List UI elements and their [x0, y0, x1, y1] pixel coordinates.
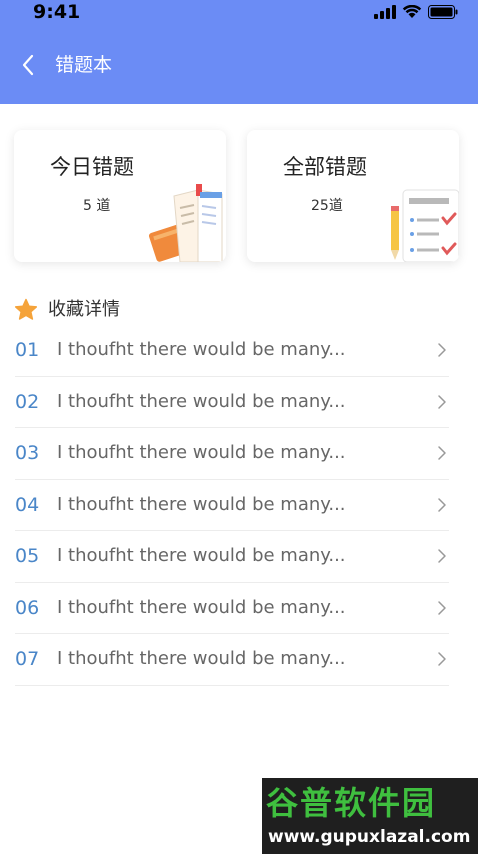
list-item[interactable]: 01 I thoufht there would be many...	[15, 325, 449, 377]
card-count: 5 道	[83, 198, 111, 214]
star-icon	[14, 298, 38, 320]
checklist-illustration-icon	[391, 189, 459, 262]
watermark-url: www.gupuxlazal.com	[268, 827, 471, 847]
signal-icon	[374, 5, 396, 19]
chevron-right-icon	[438, 394, 446, 409]
item-number: 04	[15, 493, 40, 516]
favorites-list: 01 I thoufht there would be many... 02 I…	[15, 325, 449, 686]
status-bar: 9:41	[0, 0, 478, 26]
item-text: I thoufht there would be many...	[57, 390, 346, 412]
list-item[interactable]: 02 I thoufht there would be many...	[15, 377, 449, 428]
card-title: 今日错题	[50, 155, 134, 179]
today-mistakes-card[interactable]: 今日错题 5 道	[14, 130, 226, 262]
item-number: 02	[15, 390, 40, 413]
item-number: 07	[15, 648, 40, 670]
item-text: I thoufht there would be many...	[57, 545, 346, 566]
item-number: 01	[15, 339, 40, 361]
battery-icon	[428, 5, 458, 19]
chevron-right-icon	[438, 549, 446, 563]
watermark: 谷普软件园 www.gupuxlazal.com	[262, 778, 478, 854]
favorites-section-header: 收藏详情	[14, 296, 120, 324]
status-icons	[374, 3, 458, 21]
item-text: I thoufht there would be many...	[57, 339, 346, 360]
item-number: 06	[15, 596, 40, 619]
page-title: 错题本	[55, 54, 113, 76]
item-number: 03	[15, 442, 40, 464]
book-illustration-icon	[148, 184, 223, 262]
card-title: 全部错题	[283, 155, 367, 179]
list-item[interactable]: 07 I thoufht there would be many...	[15, 634, 449, 686]
all-mistakes-card[interactable]: 全部错题 25道	[247, 130, 459, 262]
item-text: I thoufht there would be many...	[57, 442, 346, 463]
chevron-right-icon	[438, 446, 446, 460]
item-text: I thoufht there would be many...	[57, 648, 346, 669]
item-number: 05	[15, 545, 40, 567]
chevron-right-icon	[438, 497, 446, 512]
list-item[interactable]: 03 I thoufht there would be many...	[15, 428, 449, 480]
chevron-right-icon	[438, 600, 446, 615]
item-text: I thoufht there would be many...	[57, 493, 346, 515]
card-count: 25道	[311, 198, 343, 214]
header-bar: 9:41 错题本	[0, 0, 478, 104]
item-text: I thoufht there would be many...	[57, 596, 346, 618]
chevron-right-icon	[438, 652, 446, 666]
watermark-brand: 谷普软件园	[266, 784, 437, 822]
chevron-right-icon	[438, 343, 446, 357]
status-time: 9:41	[33, 1, 81, 23]
list-item[interactable]: 06 I thoufht there would be many...	[15, 583, 449, 634]
back-arrow-icon[interactable]	[16, 50, 44, 80]
section-title: 收藏详情	[48, 299, 120, 320]
list-item[interactable]: 04 I thoufht there would be many...	[15, 480, 449, 531]
navigation-bar: 错题本	[0, 40, 478, 90]
list-item[interactable]: 05 I thoufht there would be many...	[15, 531, 449, 583]
wifi-icon	[402, 5, 422, 18]
